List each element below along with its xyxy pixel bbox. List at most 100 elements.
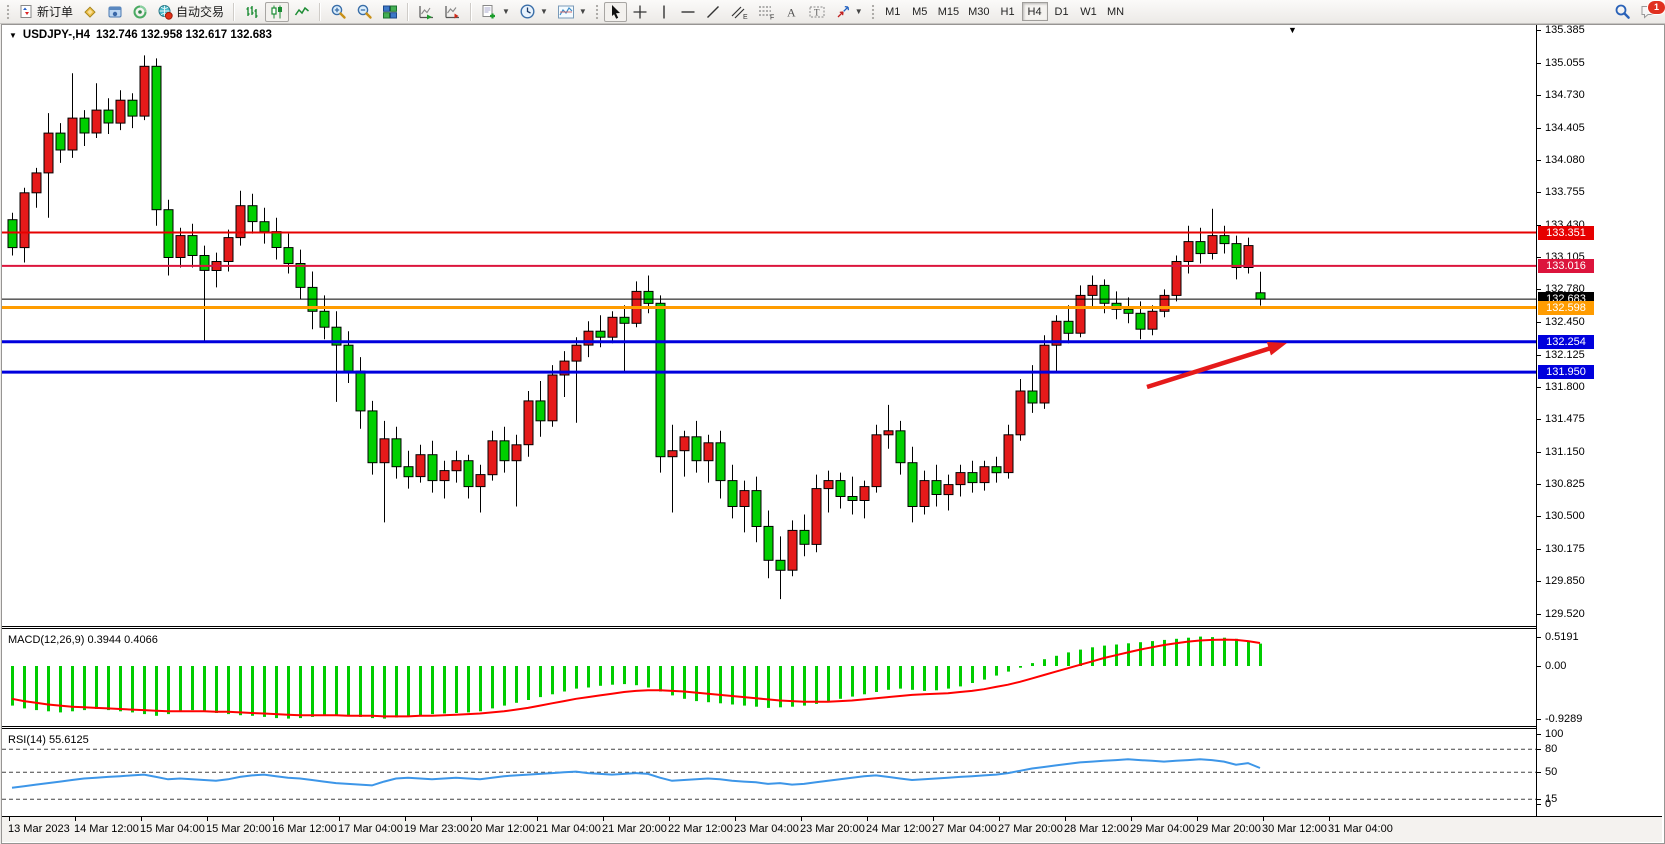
search-button[interactable] bbox=[1610, 2, 1635, 22]
candle-body bbox=[884, 431, 893, 435]
time-tick-mark bbox=[1197, 817, 1198, 821]
autotrade-button[interactable]: 自动交易 bbox=[153, 2, 228, 22]
trendline-tool-button[interactable] bbox=[701, 2, 725, 22]
candle-body bbox=[1088, 285, 1097, 295]
timeframe-m1[interactable]: M1 bbox=[880, 2, 906, 21]
zoom-out-icon bbox=[356, 3, 373, 20]
rsi-tick-label: 100 bbox=[1545, 728, 1563, 740]
clock-icon bbox=[519, 3, 536, 20]
price-tick-mark bbox=[1537, 387, 1541, 388]
toolbar-grip[interactable] bbox=[6, 4, 11, 20]
fibonacci-icon: F bbox=[757, 4, 775, 20]
zoom-out-button[interactable] bbox=[352, 2, 377, 22]
time-axis[interactable]: 13 Mar 202314 Mar 12:0015 Mar 04:0015 Ma… bbox=[2, 816, 1662, 842]
line-chart-button[interactable] bbox=[290, 2, 314, 22]
time-tick-mark bbox=[141, 817, 142, 821]
timeframe-m5[interactable]: M5 bbox=[907, 2, 933, 21]
text-label-icon: T bbox=[808, 4, 826, 20]
tile-windows-button[interactable] bbox=[378, 2, 402, 22]
candle-body bbox=[764, 526, 773, 560]
candle-body bbox=[728, 481, 737, 507]
toolbar-grip[interactable] bbox=[871, 4, 876, 20]
timeframe-mn[interactable]: MN bbox=[1103, 2, 1129, 21]
time-tick-label: 22 Mar 12:00 bbox=[668, 823, 733, 835]
candle-body bbox=[20, 193, 29, 248]
timeframe-m15[interactable]: M15 bbox=[934, 2, 963, 21]
timeframe-h4[interactable]: H4 bbox=[1022, 2, 1048, 21]
price-tick-mark bbox=[1537, 549, 1541, 550]
timeframe-h1[interactable]: H1 bbox=[995, 2, 1021, 21]
timeframe-m30[interactable]: M30 bbox=[964, 2, 993, 21]
new-order-icon bbox=[19, 4, 34, 19]
candle-body bbox=[872, 435, 881, 487]
rsi-plot[interactable] bbox=[2, 729, 1536, 816]
candle-body bbox=[824, 481, 833, 489]
timeframe-w1[interactable]: W1 bbox=[1076, 2, 1102, 21]
strategy-tester-button[interactable] bbox=[128, 2, 152, 22]
candle-body bbox=[80, 118, 89, 133]
crosshair-tool-button[interactable] bbox=[628, 2, 652, 22]
auto-scroll-button[interactable] bbox=[414, 2, 439, 22]
new-order-button[interactable]: 新订单 bbox=[15, 2, 77, 22]
candle-body bbox=[836, 481, 845, 497]
price-tick-mark bbox=[1537, 128, 1541, 129]
time-tick-label: 24 Mar 12:00 bbox=[866, 823, 931, 835]
notifications-button[interactable]: 1 bbox=[1636, 2, 1662, 22]
horizontal-line-tool-button[interactable] bbox=[676, 2, 700, 22]
price-tick-mark bbox=[1537, 95, 1541, 96]
chart-shift-marker-icon[interactable]: ▼ bbox=[1288, 25, 1297, 35]
candlestick-chart-button[interactable] bbox=[265, 2, 289, 22]
equidistant-channel-tool-button[interactable]: E bbox=[726, 2, 752, 22]
candle-body bbox=[68, 118, 77, 150]
price-tick-label: 132.125 bbox=[1545, 349, 1585, 361]
price-tick-mark bbox=[1537, 192, 1541, 193]
time-tick-mark bbox=[405, 817, 406, 821]
candle-body bbox=[788, 530, 797, 570]
time-tick-label: 31 Mar 04:00 bbox=[1328, 823, 1393, 835]
rsi-tick-mark bbox=[1537, 804, 1541, 805]
zoom-in-button[interactable] bbox=[326, 2, 351, 22]
fibonacci-tool-button[interactable]: F bbox=[753, 2, 779, 22]
main-candlestick-plot[interactable] bbox=[2, 25, 1536, 626]
candle-body bbox=[1256, 293, 1265, 299]
price-axis[interactable]: 135.385135.055134.730134.405134.080133.7… bbox=[1536, 25, 1663, 816]
time-tick-mark bbox=[1329, 817, 1330, 821]
candle-body bbox=[752, 491, 761, 527]
terminal-button[interactable] bbox=[103, 2, 127, 22]
candle-body bbox=[968, 473, 977, 483]
chart-wizard-button[interactable] bbox=[78, 2, 102, 22]
rsi-tick-label: 80 bbox=[1545, 743, 1557, 755]
candle-body bbox=[692, 437, 701, 461]
time-tick-label: 20 Mar 12:00 bbox=[470, 823, 535, 835]
one-click-trading-expander-icon[interactable]: ▼ bbox=[9, 31, 17, 40]
trend-arrow-head bbox=[1267, 342, 1287, 355]
periods-dropdown[interactable]: ▼ bbox=[515, 2, 552, 22]
chart-shift-button[interactable] bbox=[440, 2, 465, 22]
timeframe-d1[interactable]: D1 bbox=[1049, 2, 1075, 21]
text-tool-button[interactable]: A bbox=[780, 2, 803, 22]
price-tick-label: 135.055 bbox=[1545, 57, 1585, 69]
candle-body bbox=[368, 411, 377, 463]
macd-tick-label: 0.00 bbox=[1545, 660, 1566, 672]
time-tick-mark bbox=[999, 817, 1000, 821]
new-chart-dropdown[interactable]: ▼ bbox=[477, 2, 514, 22]
vertical-line-tool-button[interactable] bbox=[653, 2, 675, 22]
candle-body bbox=[644, 291, 653, 303]
macd-plot[interactable] bbox=[2, 629, 1536, 726]
text-label-tool-button[interactable]: T bbox=[804, 2, 830, 22]
arrows-tool-dropdown[interactable]: ▼ bbox=[831, 2, 867, 22]
svg-text:E: E bbox=[743, 14, 748, 20]
bar-chart-button[interactable] bbox=[240, 2, 264, 22]
terminal-icon bbox=[107, 4, 123, 20]
cursor-tool-button[interactable] bbox=[604, 2, 627, 22]
templates-dropdown[interactable]: ▼ bbox=[553, 2, 591, 22]
candle-body bbox=[188, 236, 197, 256]
candle-body bbox=[776, 560, 785, 570]
candle-body bbox=[740, 491, 749, 507]
price-tick-label: 134.080 bbox=[1545, 154, 1585, 166]
auto-scroll-icon bbox=[418, 4, 435, 20]
svg-text:F: F bbox=[770, 14, 774, 20]
cursor-icon bbox=[608, 4, 623, 20]
candle-body bbox=[716, 443, 725, 481]
toolbar-grip[interactable] bbox=[595, 4, 600, 20]
